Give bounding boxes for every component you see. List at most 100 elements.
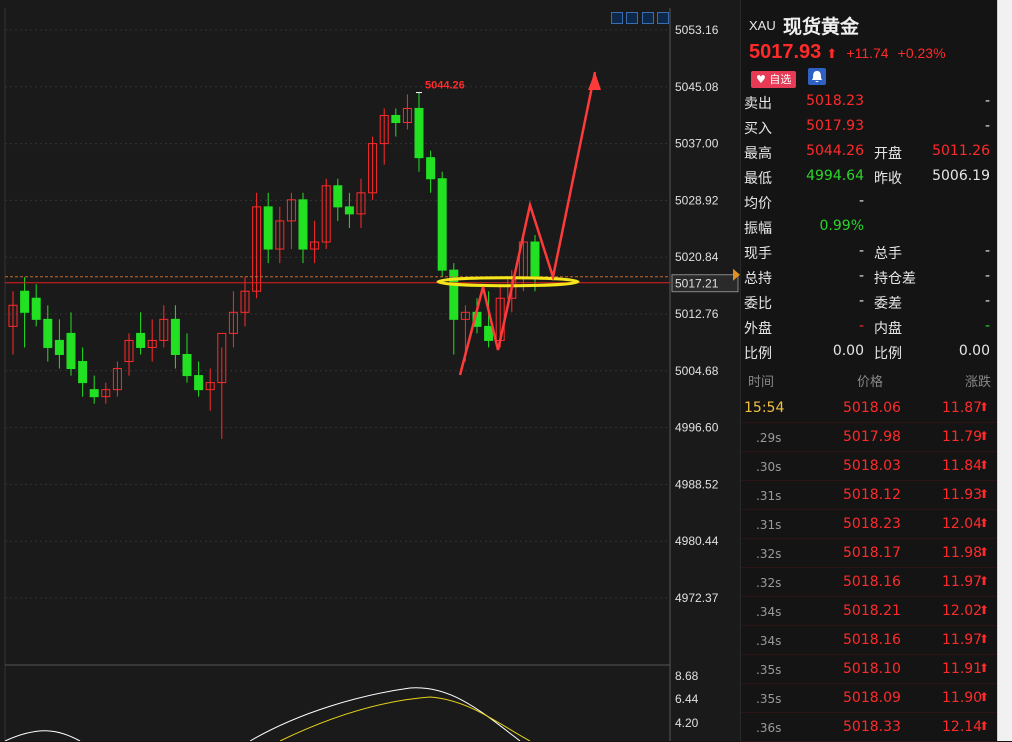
quote-cell: - — [858, 243, 864, 259]
quote-cell: 外盘 — [744, 321, 772, 337]
quote-row: 均价 - — [741, 189, 998, 214]
candle-body — [43, 318, 53, 348]
price-tick-label: 5028.92 — [675, 193, 719, 207]
symbol-code: XAU — [749, 18, 776, 33]
trades-list[interactable]: 15:54 5018.06 11.87 ⬆ .29s 5017.98 11.79 ⬆ .30s 5… — [741, 394, 998, 742]
symbol-name: 现货黄金 — [783, 16, 860, 38]
trade-change: 11.90 — [942, 690, 983, 706]
watch-label: 自选 — [769, 73, 792, 86]
quote-panel: XAU 现货黄金 5017.93 ⬆ +11.74 +0.23% ♥ 自选 卖出… — [740, 0, 998, 742]
action-buttons: ♥ 自选 — [751, 68, 827, 88]
trade-change: 11.97 — [942, 574, 983, 590]
candle-body — [54, 339, 64, 355]
trade-row: .31s 5018.23 12.04 ⬆ — [741, 510, 998, 539]
trade-change: 11.93 — [942, 487, 983, 503]
candle-body — [20, 290, 30, 313]
quote-cell: 现手 — [744, 246, 772, 262]
quote-row: 比例 0.00 比例 0.00 — [741, 339, 998, 364]
trade-price: 5018.23 — [843, 516, 901, 532]
quote-cell: 振幅 — [744, 221, 772, 237]
candle-body — [66, 332, 76, 370]
up-arrow-icon: ⬆ — [979, 719, 990, 733]
trade-change: 12.04 — [942, 516, 983, 532]
quote-cell: 开盘 — [874, 146, 902, 162]
candle-body — [182, 353, 192, 377]
quote-cell: 总持 — [744, 271, 772, 287]
indicator-tick-label: 4.20 — [675, 716, 699, 730]
quote-cell: 持仓差 — [874, 271, 916, 287]
trades-header-change: 涨跌 — [965, 375, 992, 390]
high-label: 5044.26 — [425, 80, 465, 92]
price-tick-label: 5020.84 — [675, 250, 719, 264]
quote-cell: 内盘 — [874, 321, 902, 337]
heart-icon: ♥ — [756, 73, 766, 86]
candle-body — [194, 375, 204, 391]
up-arrow-icon: ⬆ — [979, 690, 990, 704]
quote-table: 卖出 5018.23 - 买入 5017.93 - 最高 5044.26 开盘 5011.26 最低… — [741, 89, 998, 364]
trade-change: 11.87 — [942, 400, 983, 416]
quote-cell: 5006.19 — [932, 168, 990, 184]
candle-body — [414, 107, 424, 159]
indicator-line — [249, 687, 521, 741]
trade-row: .32s 5018.17 11.98 ⬆ — [741, 539, 998, 568]
quote-cell: - — [984, 318, 990, 334]
quote-row: 外盘 - 内盘 - — [741, 314, 998, 339]
trade-time: .29s — [756, 431, 782, 445]
trade-price: 5018.16 — [843, 632, 901, 648]
trades-header-price: 价格 — [857, 375, 884, 390]
scrollbar[interactable] — [997, 0, 1012, 741]
add-watchlist-button[interactable]: ♥ 自选 — [751, 71, 797, 88]
trade-change: 11.97 — [942, 632, 983, 648]
quote-cell: - — [984, 243, 990, 259]
quote-cell: 昨收 — [874, 171, 902, 187]
trade-time: .31s — [756, 518, 782, 532]
quote-row: 总持 - 持仓差 - — [741, 264, 998, 289]
candle-body — [78, 361, 88, 384]
candle-body — [333, 185, 343, 208]
trade-price: 5018.21 — [843, 603, 901, 619]
trade-time: .35s — [756, 663, 782, 677]
quote-cell: 买入 — [744, 121, 772, 137]
quote-cell: 0.99% — [819, 218, 864, 234]
trade-time: .30s — [756, 460, 782, 474]
quote-cell: - — [984, 268, 990, 284]
up-arrow-icon: ⬆ — [979, 429, 990, 443]
indicator-tick-label: 6.44 — [675, 692, 699, 706]
trade-change: 11.91 — [942, 661, 983, 677]
quote-cell: - — [858, 293, 864, 309]
trade-change: 11.84 — [942, 458, 983, 474]
quote-row: 卖出 5018.23 - — [741, 89, 998, 114]
price-change: +11.74 — [846, 45, 889, 61]
up-arrow-icon: ⬆ — [979, 632, 990, 646]
price-change-pct: +0.23% — [897, 45, 946, 61]
alert-button[interactable] — [808, 68, 827, 85]
trade-row: .32s 5018.16 11.97 ⬆ — [741, 568, 998, 597]
trade-time: .32s — [756, 576, 782, 590]
quote-cell: 5018.23 — [806, 93, 864, 109]
chart-canvas: 5053.16 5045.08 5037.00 5028.92 5020.84 5012.… — [4, 8, 740, 741]
trade-price: 5018.03 — [843, 458, 901, 474]
quote-cell: 比例 — [874, 346, 902, 362]
up-arrow-icon: ⬆ — [979, 574, 990, 588]
quote-row: 现手 - 总手 - — [741, 239, 998, 264]
quote-row: 买入 5017.93 - — [741, 114, 998, 139]
up-arrow-icon: ⬆ — [979, 603, 990, 617]
quote-cell: 卖出 — [744, 96, 772, 112]
price-tick-label: 4988.52 — [675, 477, 719, 491]
candle-body — [530, 241, 540, 278]
quote-cell: 5011.26 — [932, 143, 990, 159]
candlestick-chart[interactable]: 5053.16 5045.08 5037.00 5028.92 5020.84 5012.… — [0, 0, 740, 741]
up-arrow-icon: ⬆ — [979, 458, 990, 472]
trade-time: .31s — [756, 489, 782, 503]
indicator-signal-line — [279, 696, 531, 741]
up-arrow-icon: ⬆ — [979, 545, 990, 559]
trend-annotation — [458, 71, 597, 376]
up-arrow-icon: ⬆ — [979, 661, 990, 675]
price-tick-label: 5045.08 — [675, 80, 719, 94]
candle-body — [484, 325, 494, 341]
price-tick-label: 4972.37 — [675, 591, 719, 605]
last-price: 5017.93 — [749, 41, 822, 63]
trade-change: 12.14 — [942, 719, 983, 735]
trade-time: .36s — [756, 721, 782, 735]
price-tick-label: 4980.44 — [675, 534, 719, 548]
